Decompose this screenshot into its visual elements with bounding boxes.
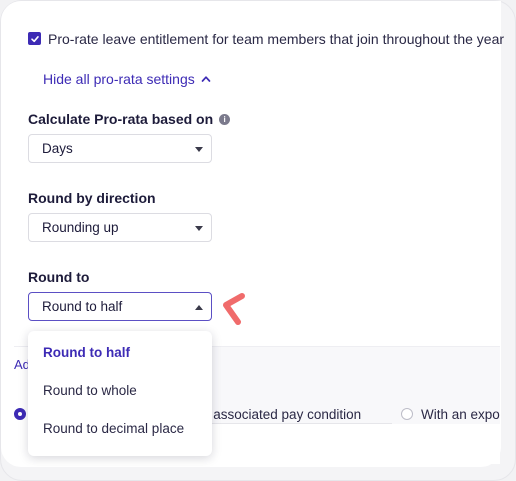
chevron-up-icon bbox=[201, 76, 211, 82]
export-option: With an expor bbox=[421, 407, 500, 422]
round-direction-label: Round by direction bbox=[28, 190, 156, 206]
round-to-label-text: Round to bbox=[28, 269, 90, 285]
option-round-to-decimal-place[interactable]: Round to decimal place bbox=[43, 421, 184, 436]
radio-selected[interactable] bbox=[14, 408, 26, 420]
round-direction-label-text: Round by direction bbox=[28, 190, 156, 206]
round-direction-select[interactable]: Rounding up bbox=[28, 213, 212, 242]
option-round-to-whole[interactable]: Round to whole bbox=[43, 383, 137, 398]
hide-prorata-settings-link[interactable]: Hide all pro-rata settings bbox=[43, 71, 211, 87]
round-to-dropdown-menu: Round to half Round to whole Round to de… bbox=[28, 331, 212, 456]
calculate-prorata-label: Calculate Pro-rata based on i bbox=[28, 111, 231, 127]
radio-unselected[interactable] bbox=[401, 408, 413, 420]
pointer-arrow-icon bbox=[223, 293, 245, 325]
option-round-to-half[interactable]: Round to half bbox=[43, 345, 130, 360]
calculate-prorata-value: Days bbox=[42, 141, 73, 156]
calculate-prorata-select[interactable]: Days bbox=[28, 134, 212, 163]
hide-prorata-settings-label: Hide all pro-rata settings bbox=[43, 71, 195, 87]
caret-up-icon bbox=[195, 305, 203, 310]
round-direction-value: Rounding up bbox=[42, 220, 119, 235]
round-to-select[interactable]: Round to half bbox=[28, 292, 212, 321]
pay-condition-option: e associated pay condition bbox=[202, 407, 362, 422]
round-to-value: Round to half bbox=[42, 299, 123, 314]
prorate-checkbox-label: Pro-rate leave entitlement for team memb… bbox=[48, 31, 505, 47]
info-icon[interactable]: i bbox=[219, 113, 231, 125]
checkmark-icon bbox=[30, 35, 39, 42]
caret-down-icon bbox=[195, 147, 203, 152]
caret-down-icon bbox=[195, 226, 203, 231]
round-to-label: Round to bbox=[28, 269, 89, 285]
divider bbox=[202, 423, 392, 424]
calculate-prorata-label-text: Calculate Pro-rata based on bbox=[28, 111, 214, 127]
prorate-checkbox[interactable] bbox=[28, 32, 41, 45]
